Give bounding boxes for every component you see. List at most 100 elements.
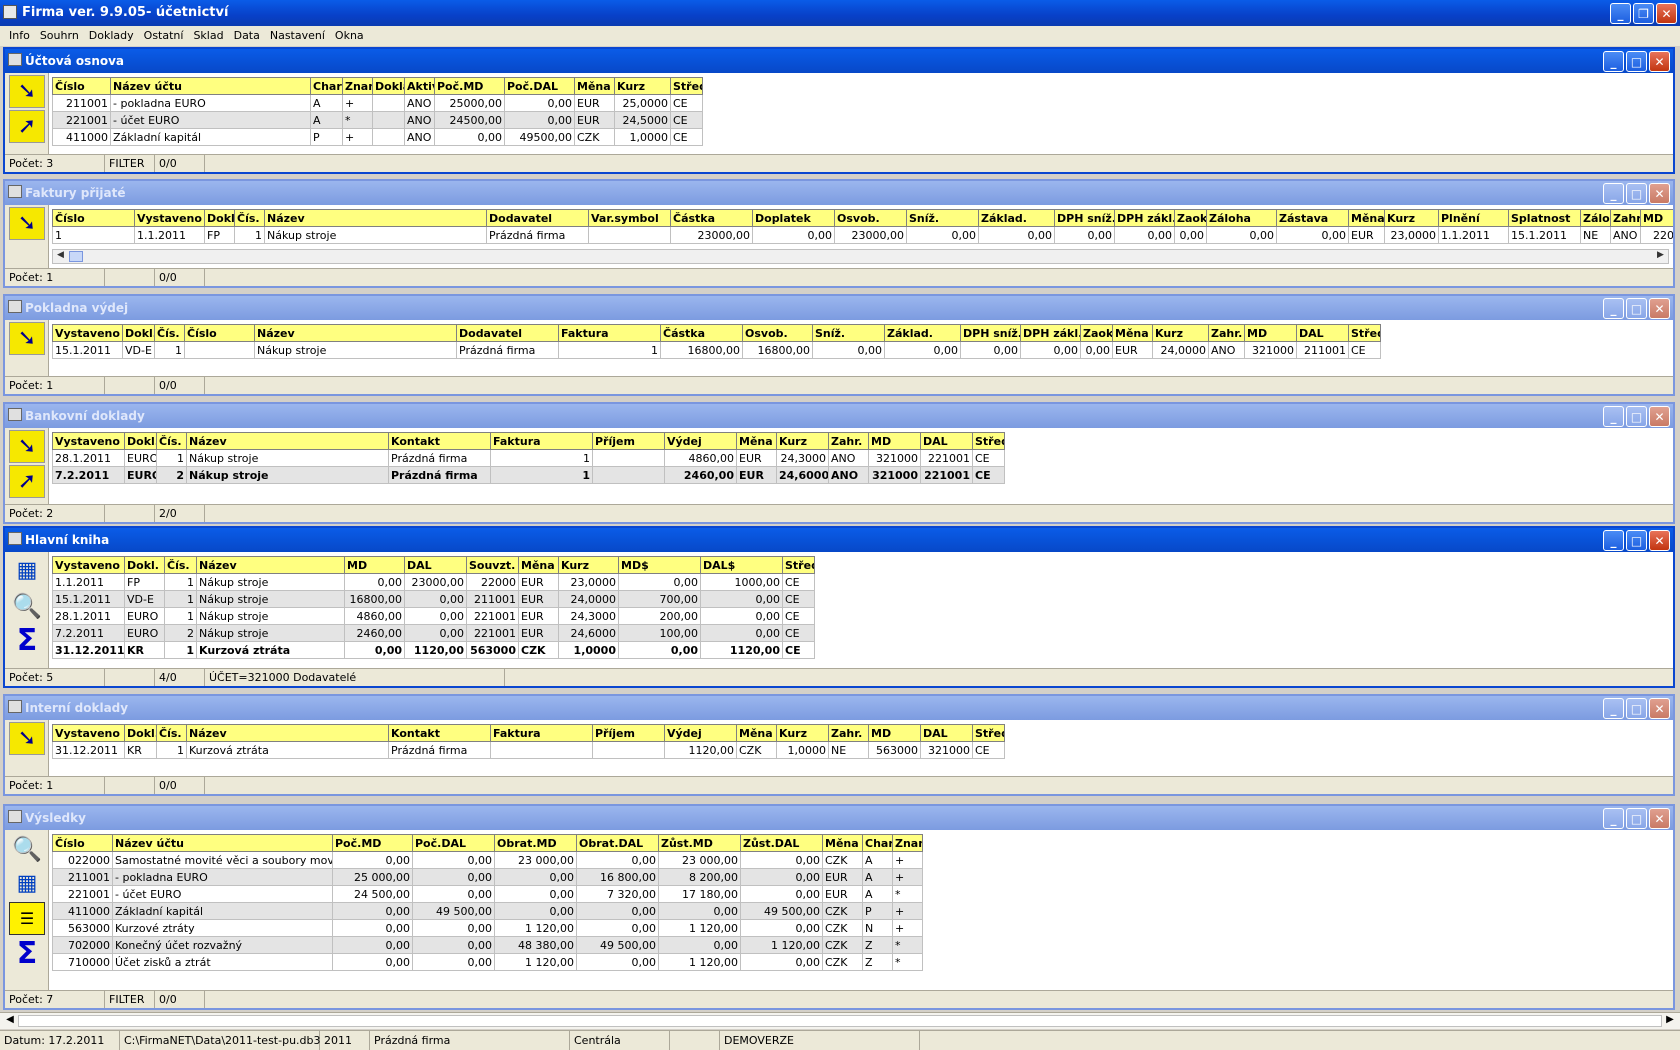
column-header[interactable]: Souvzt. [466,556,519,574]
restore-button[interactable]: ❐ [1633,3,1654,24]
table-row[interactable]: 15.1.2011 VD-E 1 Nákup stroje Prázdná firma 1… [52,341,1381,359]
column-header[interactable]: Dodavatel [456,324,559,342]
column-header[interactable]: MD$ [618,556,701,574]
table-row[interactable]: 31.12.2011 KR 1 Kurzová ztráta 0,00 1120,00 56… [52,641,815,659]
column-header[interactable]: Měna [736,724,777,742]
scroll-thumb[interactable] [18,1015,1662,1027]
column-header[interactable]: Znam [342,77,373,95]
close-button[interactable]: ✕ [1649,808,1670,829]
minimize-button[interactable]: _ [1603,406,1624,427]
close-button[interactable]: ✕ [1649,51,1670,72]
minimize-button[interactable]: _ [1603,183,1624,204]
maximize-button[interactable]: □ [1626,406,1647,427]
maximize-button[interactable]: □ [1626,183,1647,204]
column-header[interactable]: Středi [670,77,703,95]
column-header[interactable]: Měna [1348,209,1385,227]
column-header[interactable]: Faktura [558,324,661,342]
window-hlavni-kniha[interactable]: Hlavní kniha _ □ ✕ ▦ 🔍 Σ Vystaveno Dokl. Čís… [3,526,1675,688]
column-header[interactable]: Zástava [1276,209,1349,227]
table-row[interactable]: 211001- pokladna EURO 25 000,00 0,00 0,00 16… [52,868,923,886]
grid-filter-icon[interactable]: ▦ [9,867,45,900]
column-header[interactable]: DPH zákl. [1020,324,1081,342]
column-header[interactable]: Vystaveno [134,209,205,227]
minimize-button[interactable]: _ [1603,51,1624,72]
data-grid[interactable]: Vystaveno Dokl. Čís. Název Kontakt Faktura Pří… [52,432,1005,484]
column-header[interactable]: Název [254,324,457,342]
menu-nastaveni[interactable]: Nastavení [265,26,330,46]
column-header[interactable]: Měna [1112,324,1153,342]
column-header[interactable]: DPH sníž. [960,324,1021,342]
column-header[interactable]: Zahr. [828,724,869,742]
menu-doklady[interactable]: Doklady [84,26,139,46]
window-vysledky[interactable]: Výsledky _ □ ✕ 🔍 ▦ ☰ Σ Číslo Název účtu Poč.… [3,804,1675,1010]
column-header[interactable]: Výdej [664,724,737,742]
arrow-in-icon[interactable]: ➘ [9,322,45,355]
column-header[interactable]: Var.symbol [588,209,671,227]
arrow-in-icon[interactable]: ➘ [9,75,45,108]
menu-souhrn[interactable]: Souhrn [35,26,84,46]
close-button[interactable]: ✕ [1649,530,1670,551]
close-button[interactable]: ✕ [1656,3,1677,24]
column-header[interactable]: DAL [920,432,973,450]
maximize-button[interactable]: □ [1626,808,1647,829]
minimize-button[interactable]: _ [1603,530,1624,551]
column-header[interactable]: Částka [660,324,743,342]
column-header[interactable]: Zahr. [1610,209,1641,227]
column-header[interactable]: Záloha [1206,209,1277,227]
column-header[interactable]: MD [868,724,921,742]
table-row[interactable]: 28.1.2011 EURO 1 Nákup stroje 4860,00 0,00 221… [52,607,815,625]
column-header[interactable]: Číslo [52,209,135,227]
column-header[interactable]: Název [264,209,487,227]
column-header[interactable]: Měna [822,834,863,852]
minimize-button[interactable]: _ [1603,698,1624,719]
horizontal-scrollbar[interactable]: ◀ ▶ [52,249,1669,264]
column-header[interactable]: Obrat.MD [494,834,577,852]
minimize-button[interactable]: _ [1603,808,1624,829]
column-header[interactable]: Čís. [156,724,187,742]
column-header[interactable]: Příjem [592,724,665,742]
scroll-right-icon[interactable]: ▶ [1653,250,1668,263]
column-header[interactable]: Kurz [776,724,829,742]
column-header[interactable]: Měna [736,432,777,450]
table-row[interactable]: 7.2.2011EURO2Nákup strojePrázdná firma1 2… [52,466,1005,484]
scroll-left-icon[interactable]: ◀ [53,250,68,263]
table-row[interactable]: 28.1.2011 EURO 1 Nákup stroje Prázdná firma 1… [52,449,1005,467]
main-horizontal-scrollbar[interactable]: ◀ ▶ [0,1012,1680,1029]
column-header[interactable]: Dokl. [124,724,157,742]
column-header[interactable]: MD [344,556,405,574]
column-header[interactable]: Vystaveno [52,324,123,342]
column-header[interactable]: MD [1244,324,1297,342]
arrow-in-icon[interactable]: ➘ [9,430,45,463]
table-row[interactable]: 022000 Samostatné movité věci a soubory m… [52,851,923,869]
table-row[interactable]: 702000 Konečný účet rozvažný 0,00 0,00 48 38… [52,936,923,954]
data-grid[interactable]: Vystaveno Dokl. Čís. Název Kontakt Faktura Pří… [52,724,1005,759]
column-header[interactable]: Splatnost [1508,209,1581,227]
column-header[interactable]: Kurz [558,556,619,574]
column-header[interactable]: Střed [1348,324,1381,342]
column-header[interactable]: Měna [574,77,615,95]
column-header[interactable]: Poč.DAL [504,77,575,95]
window-faktury-prijate[interactable]: Faktury přijaté _ □ ✕ ➘ Číslo Vystaveno Dokl… [3,179,1675,288]
table-row[interactable]: 15.1.2011 VD-E 1 Nákup stroje 16800,00 0,00 21… [52,590,815,608]
column-header[interactable]: DAL [1296,324,1349,342]
column-header[interactable]: Zahr. [1208,324,1245,342]
arrow-in-icon[interactable]: ➘ [9,722,45,755]
column-header[interactable]: Osvob. [834,209,907,227]
report-icon[interactable]: ☰ [9,902,45,935]
column-header[interactable]: Čís. [234,209,265,227]
column-header[interactable]: Čís. [154,324,185,342]
arrow-out-icon[interactable]: ➚ [9,110,45,143]
window-interni-doklady[interactable]: Interní doklady _ □ ✕ ➘ Vystaveno Dokl. Čís.… [3,694,1675,796]
column-header[interactable]: Vystaveno [52,432,125,450]
column-header[interactable]: Kurz [614,77,671,95]
column-header[interactable]: Název [186,432,389,450]
column-header[interactable]: DAL [920,724,973,742]
column-header[interactable]: Poč.DAL [412,834,495,852]
column-header[interactable]: Sníž. [812,324,885,342]
table-row[interactable]: 1 1.1.2011 FP 1 Nákup stroje Prázdná firma 230… [52,226,1673,244]
column-header[interactable]: Kurz [776,432,829,450]
column-header[interactable]: Dokl. [122,324,155,342]
column-header[interactable]: Dokla [372,77,405,95]
menu-okna[interactable]: Okna [330,26,369,46]
table-row[interactable]: 710000 Účet zisků a ztrát 0,00 0,00 1 120,00… [52,953,923,971]
